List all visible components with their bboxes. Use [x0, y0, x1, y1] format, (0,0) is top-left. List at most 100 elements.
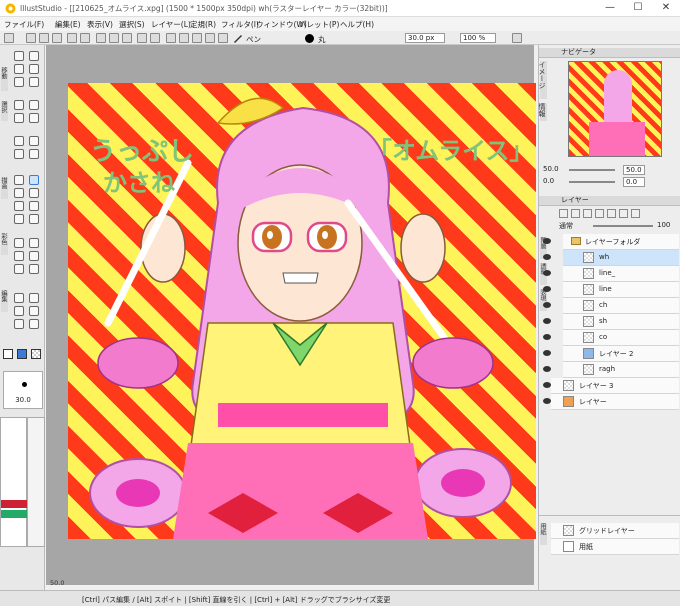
balloon-tool[interactable]: [29, 293, 39, 303]
lasso-tool[interactable]: [29, 100, 39, 110]
rect-select-tool[interactable]: [14, 100, 24, 110]
paper-layer-row[interactable]: 用紙: [551, 539, 679, 555]
menu-view[interactable]: 表示(V): [87, 19, 113, 30]
menu-layer[interactable]: レイヤー(L): [151, 19, 191, 30]
curve-tool[interactable]: [14, 149, 24, 159]
menu-help[interactable]: ヘルプ(H): [340, 19, 374, 30]
magic-wand-tool[interactable]: [14, 113, 24, 123]
smudge-tool[interactable]: [29, 264, 39, 274]
menu-select[interactable]: 選択(S): [119, 19, 145, 30]
ruler-icon[interactable]: [150, 33, 160, 43]
close-button[interactable]: ✕: [652, 0, 680, 17]
brush-icon[interactable]: [192, 33, 202, 43]
layer-row[interactable]: レイヤー: [543, 394, 679, 410]
canvas-area[interactable]: うっぷし かさね 「オムライス」 50.0: [46, 45, 536, 587]
tone-tool[interactable]: [14, 264, 24, 274]
marker-tool[interactable]: [29, 188, 39, 198]
layer-row[interactable]: sh: [543, 314, 679, 330]
undo-icon[interactable]: [67, 33, 77, 43]
deselect-icon[interactable]: [109, 33, 119, 43]
sub-color-swatch[interactable]: [17, 349, 27, 359]
duplicate-layer-icon[interactable]: [583, 209, 592, 218]
layer-row[interactable]: レイヤー 2: [543, 346, 679, 362]
zoom-tool[interactable]: [14, 51, 24, 61]
menu-ruler[interactable]: 定規(R): [190, 19, 216, 30]
blend-mode-select[interactable]: 通常: [559, 221, 573, 231]
transparent-color-swatch[interactable]: [31, 349, 41, 359]
navigator-rotation-field[interactable]: 0.0: [623, 177, 645, 187]
navigator-zoom-value[interactable]: 50.0: [543, 165, 565, 173]
layer-row-folder[interactable]: レイヤーフォルダ: [543, 234, 679, 250]
pen-tool-icon[interactable]: [166, 33, 176, 43]
line-tool[interactable]: [29, 136, 39, 146]
menu-edit[interactable]: 編集(E): [55, 19, 81, 30]
correction-tool[interactable]: [29, 306, 39, 316]
grid-icon[interactable]: [137, 33, 147, 43]
airbrush-tool[interactable]: [14, 201, 24, 211]
pattern-tool[interactable]: [29, 251, 39, 261]
brush-size-field[interactable]: 30.0 px: [405, 33, 445, 43]
layer-opacity-slider[interactable]: [593, 225, 653, 227]
info-side-tab[interactable]: 情報: [538, 103, 547, 121]
select-pen-tool[interactable]: [29, 113, 39, 123]
vector-tool[interactable]: [14, 319, 24, 329]
pencil-tool[interactable]: [14, 188, 24, 198]
color-set-green[interactable]: [1, 510, 28, 518]
navigator-preview[interactable]: [568, 61, 662, 157]
layer-row[interactable]: co: [543, 330, 679, 346]
navigator-side-tab[interactable]: イメージ: [538, 61, 547, 99]
new-folder-icon[interactable]: [571, 209, 580, 218]
brush-shape-icon[interactable]: [305, 34, 314, 43]
control-point-tool[interactable]: [29, 319, 39, 329]
lock-layer-icon[interactable]: [619, 209, 628, 218]
color-set-list[interactable]: [0, 417, 28, 547]
redo-icon[interactable]: [80, 33, 90, 43]
fill-icon[interactable]: [205, 33, 215, 43]
hand-tool[interactable]: [29, 51, 39, 61]
figure-tool[interactable]: [29, 149, 39, 159]
object-tool[interactable]: [14, 77, 24, 87]
layer-row[interactable]: line: [543, 282, 679, 298]
merge-layer-icon[interactable]: [595, 209, 604, 218]
save-icon[interactable]: [52, 33, 62, 43]
layer-row[interactable]: line_: [543, 266, 679, 282]
canvas-zoom[interactable]: 50.0: [50, 579, 64, 587]
rotate-tool[interactable]: [14, 64, 24, 74]
visibility-eye-icon[interactable]: [543, 350, 551, 356]
transform-tool[interactable]: [29, 77, 39, 87]
move-layer-tool[interactable]: [29, 64, 39, 74]
delete-layer-icon[interactable]: [631, 209, 640, 218]
layer-row[interactable]: ragh: [543, 362, 679, 378]
navigator-rotation-value[interactable]: 0.0: [543, 177, 565, 185]
new-layer-icon[interactable]: [559, 209, 568, 218]
canvas-artwork[interactable]: うっぷし かさね 「オムライス」: [68, 83, 536, 539]
color-set-red[interactable]: [1, 500, 28, 508]
navigator-zoom-field[interactable]: 50.0: [623, 165, 645, 175]
visibility-eye-icon[interactable]: [543, 238, 551, 244]
aa-icon[interactable]: [512, 33, 522, 43]
frame-tool[interactable]: [14, 306, 24, 316]
open-file-icon[interactable]: [39, 33, 49, 43]
visibility-eye-icon[interactable]: [543, 398, 551, 404]
main-color-swatch[interactable]: [3, 349, 13, 359]
blend-tool[interactable]: [29, 214, 39, 224]
settings-icon[interactable]: [4, 33, 14, 43]
mask-layer-icon[interactable]: [607, 209, 616, 218]
visibility-eye-icon[interactable]: [543, 302, 551, 308]
layer-row[interactable]: ch: [543, 298, 679, 314]
gradient-tool[interactable]: [29, 238, 39, 248]
pen-tool[interactable]: [14, 175, 24, 185]
visibility-eye-icon[interactable]: [543, 286, 551, 292]
navigator-zoom-slider[interactable]: [569, 169, 615, 171]
color-icon[interactable]: [218, 33, 228, 43]
opacity-field[interactable]: 100 %: [460, 33, 496, 43]
eyedropper-tool[interactable]: [14, 251, 24, 261]
invert-selection-icon[interactable]: [122, 33, 132, 43]
text-tool[interactable]: [14, 293, 24, 303]
layer-opacity-value[interactable]: 100: [657, 221, 670, 229]
eraser-icon[interactable]: [179, 33, 189, 43]
select-all-icon[interactable]: [96, 33, 106, 43]
grid-layer-row[interactable]: グリッドレイヤー: [551, 523, 679, 539]
layer-row[interactable]: レイヤー 3: [543, 378, 679, 394]
visibility-eye-icon[interactable]: [543, 334, 551, 340]
